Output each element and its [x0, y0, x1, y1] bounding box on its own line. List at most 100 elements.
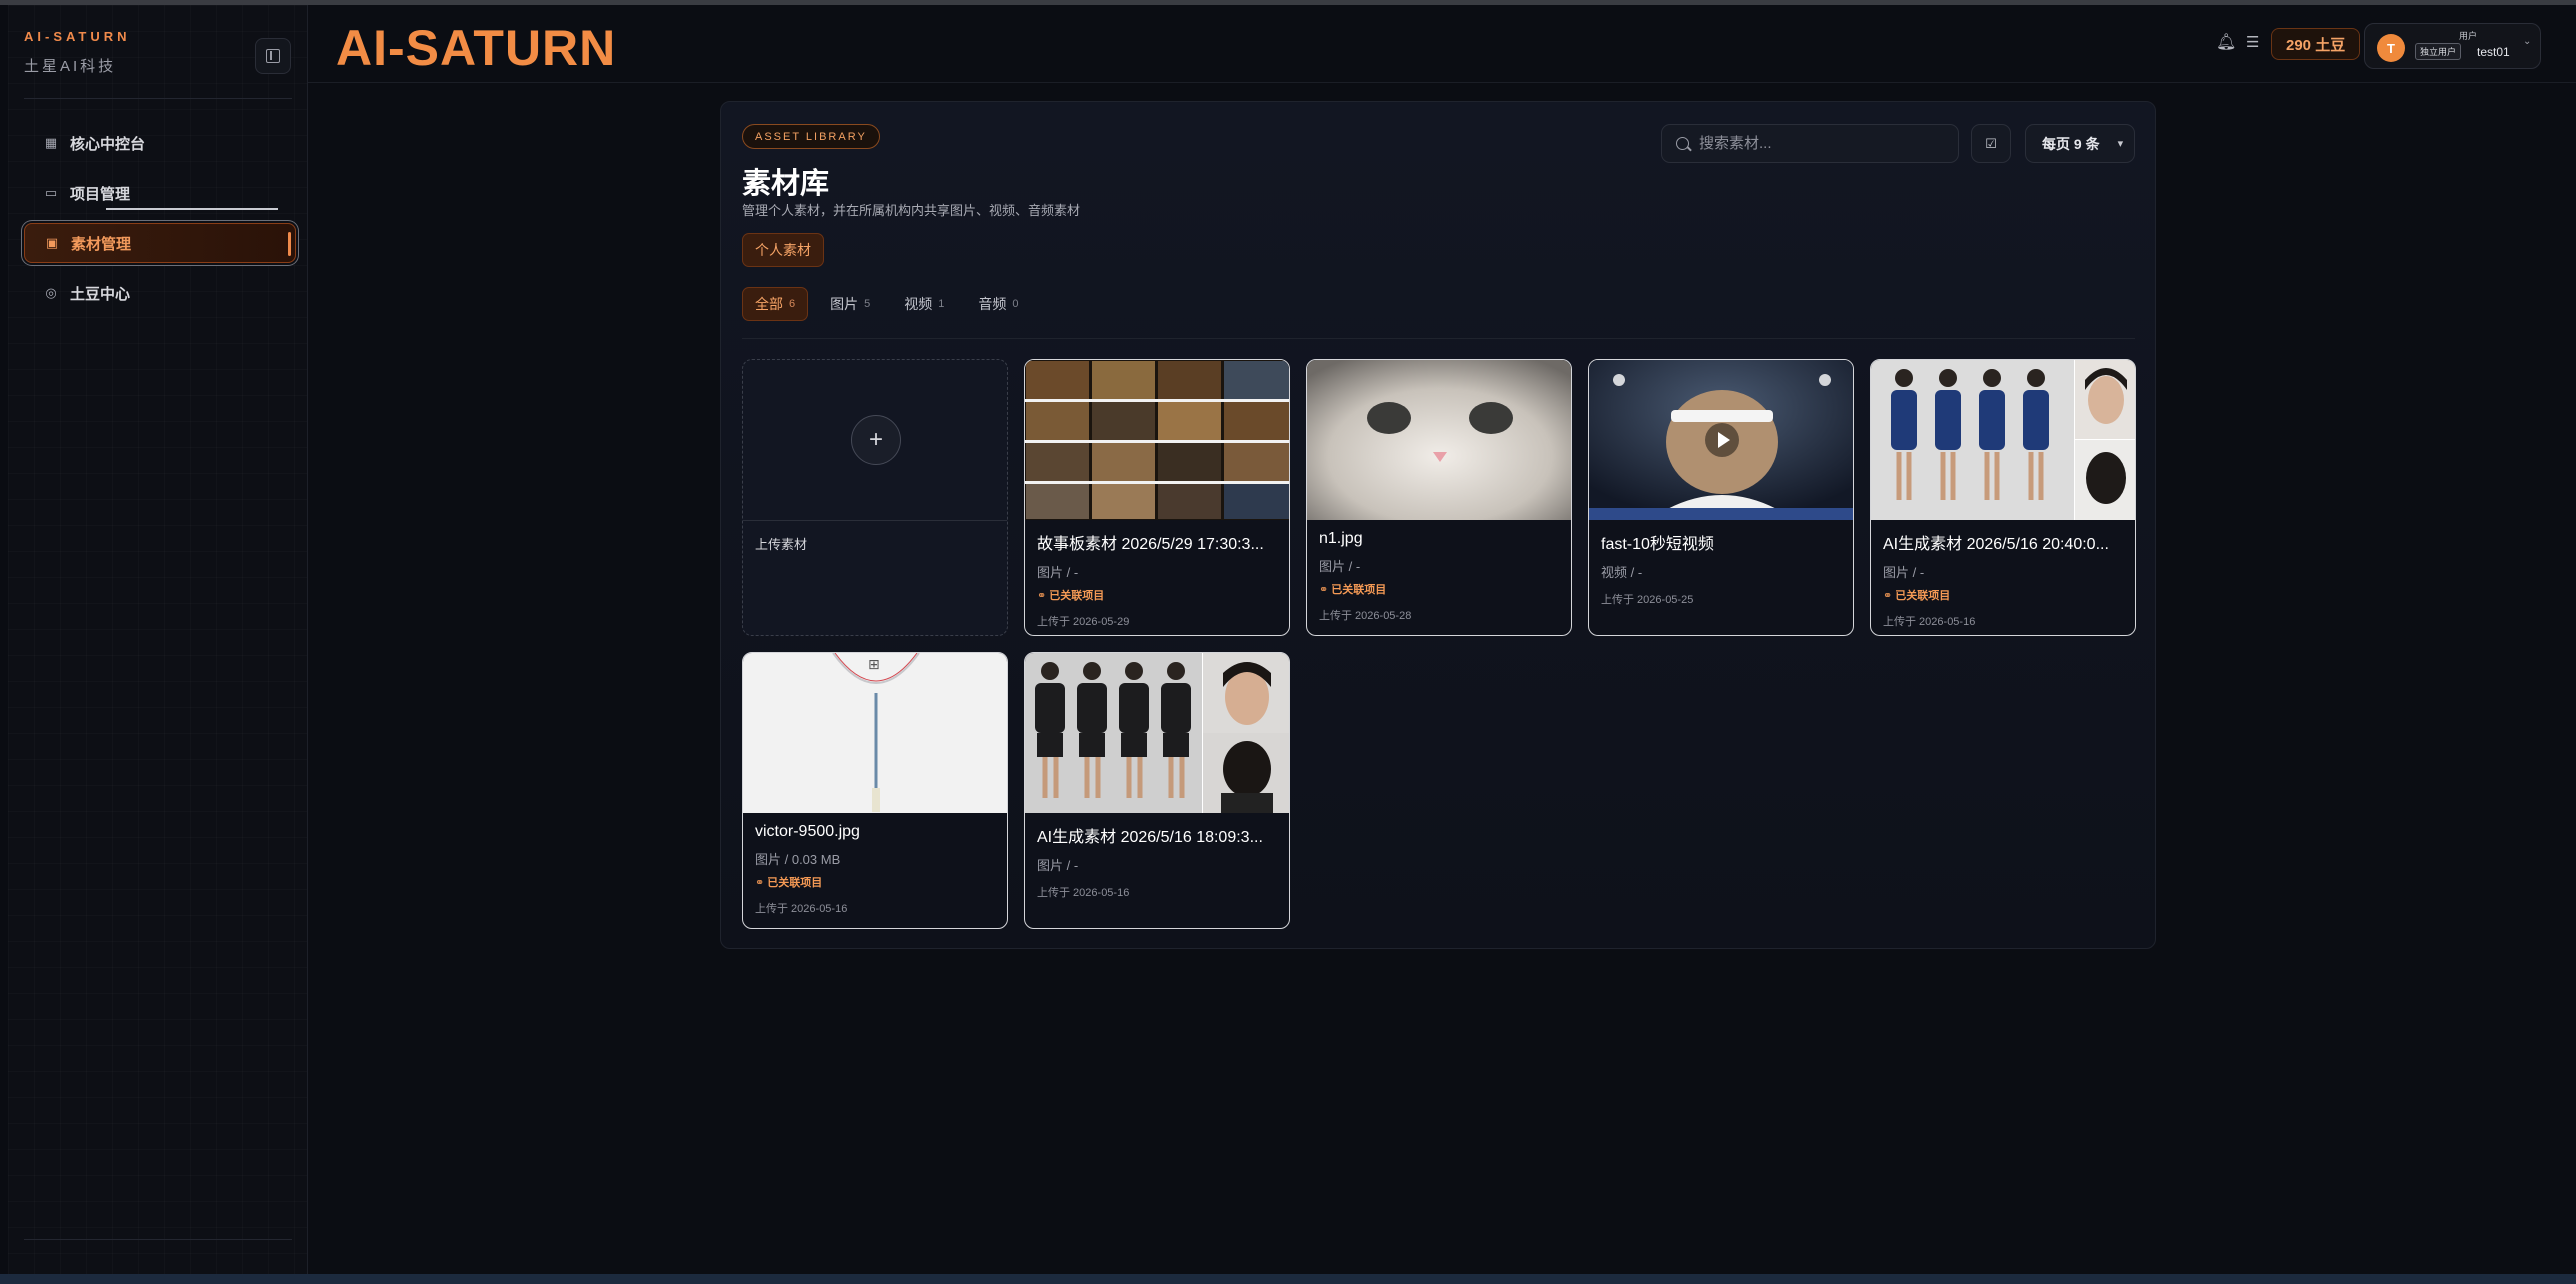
asset-meta: 图片 / - — [1037, 858, 1079, 873]
upload-date: 上传于 2026-05-29 — [1037, 616, 1130, 628]
sidebar-item-label: 素材管理 — [71, 235, 132, 253]
tab-images[interactable]: 图片 5 — [818, 287, 882, 321]
play-icon[interactable] — [1705, 423, 1739, 457]
tab-count: 0 — [1012, 298, 1019, 310]
asset-library-panel: ASSET LIBRARY 素材库 管理个人素材，并在所属机构内共享图片、视频、… — [720, 101, 2156, 949]
search-input[interactable] — [1699, 135, 1939, 152]
sidebar-bottom-divider — [24, 1239, 292, 1240]
asset-meta: 图片 / - — [1037, 565, 1079, 580]
sidebar-divider — [24, 98, 292, 99]
character-sheet-thumbnail — [1025, 653, 1289, 813]
user-name: test01 — [2477, 45, 2510, 59]
section-tag: ASSET LIBRARY — [742, 124, 880, 149]
sidebar-item-label: 项目管理 — [70, 185, 131, 203]
asset-card[interactable]: n1.jpg 图片 / - ⚭ 已关联项目 上传于 2026-05-28 — [1306, 359, 1572, 636]
asset-name: AI生成素材 2026/5/16 18:09:3... — [1037, 829, 1263, 846]
card-divider — [743, 520, 1007, 521]
sidebar: AI-SATURN 土星AI科技 ▦ 核心中控台 ▭ 项目管理 ▣ 素材管理 ◎… — [8, 5, 308, 1274]
asset-name: victor-9500.jpg — [755, 823, 860, 840]
asset-name: 故事板素材 2026/5/29 17:30:3... — [1037, 536, 1264, 553]
storyboard-thumbnail — [1025, 360, 1289, 520]
per-page-select[interactable]: 每页 9 条 ▾ — [2025, 124, 2135, 163]
bell-icon[interactable]: 🔔︎ — [2216, 35, 2236, 51]
svg-text:⊞: ⊞ — [868, 657, 880, 673]
link-icon: ⚭ — [755, 877, 768, 889]
tab-label: 音频 — [978, 296, 1007, 312]
per-page-value: 每页 9 条 — [2042, 135, 2100, 152]
page-description: 管理个人素材，并在所属机构内共享图片、视频、音频素材 — [742, 203, 1081, 218]
folder-icon: ▭ — [44, 185, 58, 200]
filter-tabs: 全部 6 图片 5 视频 1 音频 0 — [742, 287, 1031, 321]
tabs-divider — [742, 338, 2135, 339]
asset-card[interactable]: AI生成素材 2026/5/16 18:09:3... 图片 / - 上传于 2… — [1024, 652, 1290, 929]
user-menu[interactable]: T 用户 独立用户 test01 ⌄ — [2364, 23, 2541, 69]
sidebar-item-label: 核心中控台 — [70, 135, 146, 153]
coin-balance-badge[interactable]: 290 土豆 — [2271, 28, 2361, 60]
linked-label: 已关联项目 — [1895, 590, 1951, 602]
character-sheet-thumbnail — [1871, 360, 2135, 520]
asset-card[interactable]: 故事板素材 2026/5/29 17:30:3... 图片 / - ⚭ 已关联项… — [1024, 359, 1290, 636]
upload-date: 上传于 2026-05-28 — [1319, 610, 1412, 622]
linked-label: 已关联项目 — [1331, 584, 1387, 596]
asset-meta: 图片 / - — [1883, 565, 1925, 580]
image-icon: ▣ — [45, 235, 59, 250]
sidebar-toggle-icon — [266, 49, 280, 63]
sidebar-item-coins[interactable]: ◎ 土豆中心 — [24, 273, 296, 313]
asset-card[interactable]: ⊞ victor-9500.jpg 图片 / 0.03 MB ⚭ 已关联项目 上… — [742, 652, 1008, 929]
user-role: 用户 — [2459, 31, 2478, 41]
avatar: T — [2377, 34, 2405, 62]
sidebar-collapse-button[interactable] — [255, 38, 291, 74]
taskbar-strip — [0, 1274, 2576, 1284]
search-box[interactable] — [1661, 124, 1959, 163]
upload-date: 上传于 2026-05-16 — [755, 903, 848, 915]
page-title: 素材库 — [742, 168, 830, 200]
sidebar-item-dashboard[interactable]: ▦ 核心中控台 — [24, 123, 296, 163]
sidebar-item-label: 土豆中心 — [70, 285, 131, 303]
linked-label: 已关联项目 — [767, 877, 823, 889]
racket-thumbnail: ⊞ — [743, 653, 1007, 813]
sidebar-brand-subtitle: 土星AI科技 — [24, 58, 117, 75]
sliders-icon[interactable]: ☰ — [2246, 35, 2262, 51]
link-icon: ⚭ — [1037, 590, 1050, 602]
linked-project-badge: ⚭ 已关联项目 — [1883, 587, 2123, 603]
tab-label: 全部 — [755, 296, 783, 312]
hover-underline — [106, 208, 278, 210]
linked-project-badge: ⚭ 已关联项目 — [755, 874, 995, 890]
coin-icon: ◎ — [45, 285, 57, 300]
linked-project-badge: ⚭ 已关联项目 — [1037, 587, 1277, 603]
upload-date: 上传于 2026-05-16 — [1883, 616, 1976, 628]
asset-card[interactable]: AI生成素材 2026/5/16 20:40:0... 图片 / - ⚭ 已关联… — [1870, 359, 2136, 636]
plus-icon: + — [851, 415, 901, 465]
link-icon: ⚭ — [1883, 590, 1896, 602]
personal-assets-button[interactable]: 个人素材 — [742, 233, 824, 267]
asset-name: AI生成素材 2026/5/16 20:40:0... — [1883, 536, 2109, 553]
tab-label: 视频 — [904, 296, 933, 312]
sidebar-item-projects[interactable]: ▭ 项目管理 — [24, 173, 296, 213]
tab-count: 5 — [864, 298, 871, 310]
tab-all[interactable]: 全部 6 — [742, 287, 809, 321]
sidebar-item-assets[interactable]: ▣ 素材管理 — [24, 223, 296, 263]
tab-count: 1 — [938, 298, 945, 310]
asset-meta: 视频 / - — [1601, 565, 1643, 580]
linked-label: 已关联项目 — [1049, 590, 1105, 602]
tab-audio[interactable]: 音频 0 — [966, 287, 1030, 321]
tab-count: 6 — [789, 298, 796, 310]
grid-icon: ▦ — [44, 135, 58, 150]
video-thumbnail — [1589, 360, 1853, 520]
asset-meta: 图片 / 0.03 MB — [755, 852, 841, 867]
batch-select-button[interactable]: ☑ — [1971, 124, 2011, 163]
upload-date: 上传于 2026-05-16 — [1037, 887, 1130, 899]
asset-card[interactable]: fast-10秒短视频 视频 / - 上传于 2026-05-25 — [1588, 359, 1854, 636]
upload-card[interactable]: + 上传素材 — [742, 359, 1008, 636]
asset-name: fast-10秒短视频 — [1601, 536, 1714, 553]
upload-date: 上传于 2026-05-25 — [1601, 594, 1694, 606]
tab-videos[interactable]: 视频 1 — [892, 287, 956, 321]
top-header: AI-SATURN 🔔︎ ☰ 290 土豆 T 用户 独立用户 test01 ⌄ — [308, 5, 2576, 83]
chevron-down-icon: ▾ — [2117, 138, 2124, 150]
asset-meta: 图片 / - — [1319, 559, 1361, 574]
sidebar-brand: AI-SATURN — [24, 29, 131, 44]
link-icon: ⚭ — [1319, 584, 1332, 596]
checkbox-icon: ☑ — [1985, 135, 1997, 151]
asset-name: n1.jpg — [1319, 530, 1363, 547]
cat-photo-thumbnail — [1307, 360, 1571, 520]
